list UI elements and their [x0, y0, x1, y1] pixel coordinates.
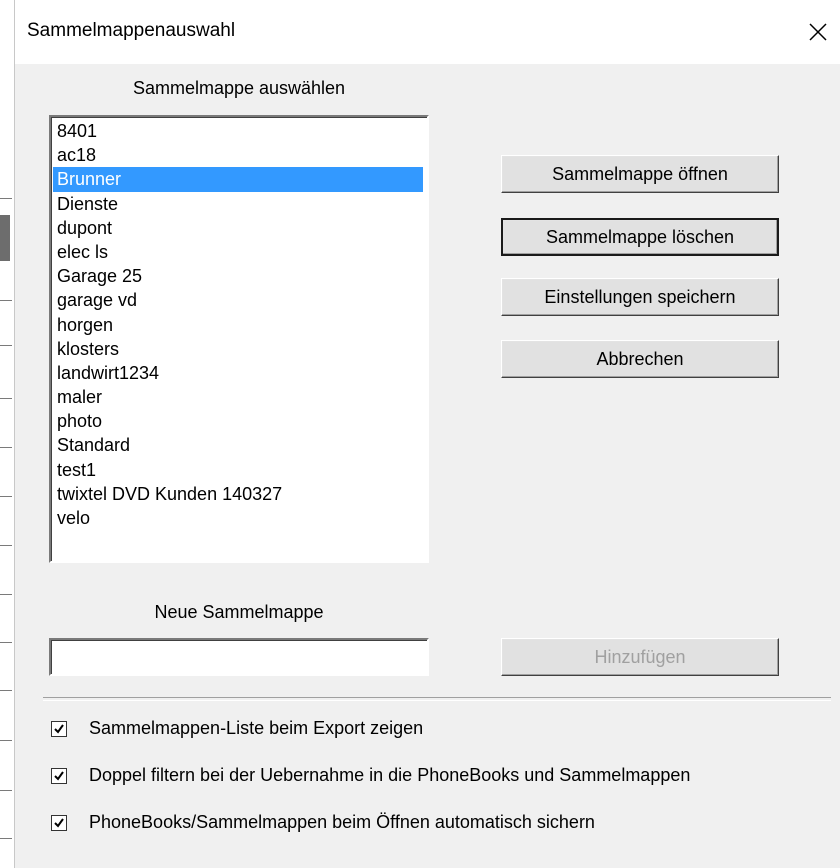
list-item[interactable]: velo	[53, 506, 423, 530]
option-checkbox[interactable]	[51, 767, 67, 784]
add-button[interactable]: Hinzufügen	[501, 638, 779, 676]
new-folder-label: Neue Sammelmappe	[154, 602, 324, 622]
divider	[0, 300, 12, 301]
list-item[interactable]: dupont	[53, 216, 423, 240]
option-row[interactable]: Doppel filtern bei der Uebernahme in die…	[51, 765, 690, 786]
divider	[0, 790, 12, 791]
option-label: PhoneBooks/Sammelmappen beim Öffnen auto…	[89, 812, 595, 832]
separator	[43, 697, 831, 701]
list-item[interactable]: photo	[53, 409, 423, 433]
list-item[interactable]: 8401	[53, 119, 423, 143]
list-item[interactable]: twixtel DVD Kunden 140327	[53, 482, 423, 506]
divider	[0, 594, 12, 595]
checkmark-icon	[54, 770, 64, 781]
divider	[0, 690, 12, 691]
list-item[interactable]: Garage 25	[53, 264, 423, 288]
list-item[interactable]: landwirt1234	[53, 361, 423, 385]
list-item[interactable]: test1	[53, 458, 423, 482]
divider	[0, 545, 12, 546]
divider	[0, 398, 12, 399]
list-item[interactable]: klosters	[53, 337, 423, 361]
list-item[interactable]: horgen	[53, 313, 423, 337]
open-folder-button[interactable]: Sammelmappe öffnen	[501, 155, 779, 193]
window-title: Sammelmappenauswahl	[27, 20, 236, 41]
option-label: Sammelmappen-Liste beim Export zeigen	[89, 718, 424, 738]
option-row[interactable]: Sammelmappen-Liste beim Export zeigen	[51, 718, 423, 739]
option-label: Doppel filtern bei der Uebernahme in die…	[89, 765, 691, 785]
list-item[interactable]: Brunner	[53, 167, 423, 192]
option-checkbox[interactable]	[51, 814, 67, 831]
list-label: Sammelmappe auswählen	[132, 78, 346, 98]
list-item[interactable]: garage vd	[53, 288, 423, 312]
save-settings-button[interactable]: Einstellungen speichern	[501, 278, 779, 316]
divider	[0, 198, 12, 199]
list-item[interactable]: Dienste	[53, 192, 423, 216]
checkmark-icon	[54, 817, 64, 828]
background-window-edge	[0, 0, 15, 868]
delete-folder-button[interactable]: Sammelmappe löschen	[501, 218, 779, 256]
divider	[0, 642, 12, 643]
close-button[interactable]	[800, 14, 836, 50]
divider	[0, 447, 12, 448]
checkmark-icon	[54, 723, 64, 734]
folder-listbox[interactable]: 8401 ac18 Brunner Dienste dupont elec ls Garag…	[49, 115, 429, 563]
close-icon	[809, 23, 827, 41]
option-row[interactable]: PhoneBooks/Sammelmappen beim Öffnen auto…	[51, 812, 595, 833]
new-folder-input[interactable]	[49, 638, 429, 676]
divider	[0, 345, 12, 346]
title-bar: Sammelmappenauswahl	[15, 0, 840, 64]
list-item[interactable]: Standard	[53, 433, 423, 457]
list-item[interactable]: maler	[53, 385, 423, 409]
divider	[0, 740, 12, 741]
list-item[interactable]: ac18	[53, 143, 423, 167]
cancel-button[interactable]: Abbrechen	[501, 340, 779, 378]
divider	[0, 496, 12, 497]
dialog-window: Sammelmappenauswahl Sammelmappe auswähle…	[15, 0, 840, 868]
divider	[0, 838, 12, 839]
scroll-thumb	[0, 215, 10, 261]
list-item[interactable]: elec ls	[53, 240, 423, 264]
option-checkbox[interactable]	[51, 720, 67, 737]
